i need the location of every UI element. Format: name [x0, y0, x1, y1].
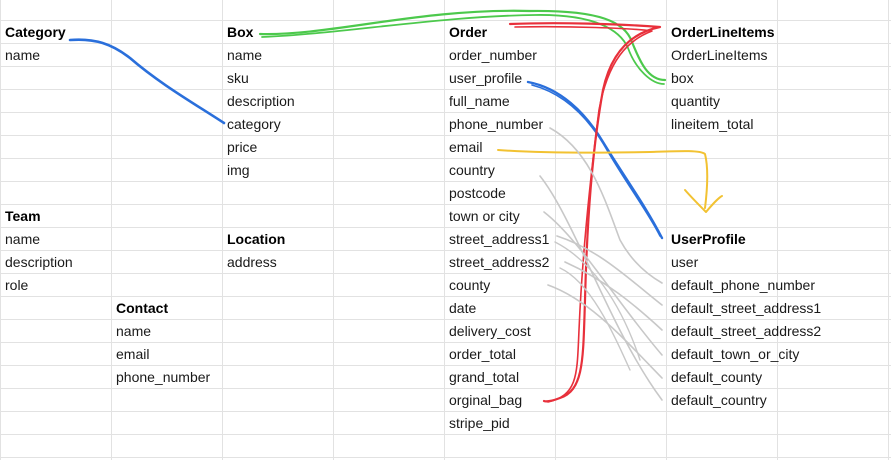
- order-field-full-name[interactable]: full_name: [449, 90, 510, 113]
- contact-field-name[interactable]: name: [116, 320, 151, 343]
- order-field-grand-total[interactable]: grand_total: [449, 366, 519, 389]
- userprofile-header[interactable]: UserProfile: [671, 228, 746, 251]
- order-field-order-number[interactable]: order_number: [449, 44, 537, 67]
- box-field-description[interactable]: description: [227, 90, 295, 113]
- userprofile-field-default-street-address2[interactable]: default_street_address2: [671, 320, 821, 343]
- userprofile-field-default-phone-number[interactable]: default_phone_number: [671, 274, 815, 297]
- userprofile-field-default-street-address1[interactable]: default_street_address1: [671, 297, 821, 320]
- userprofile-field-user[interactable]: user: [671, 251, 698, 274]
- team-field-description[interactable]: description: [5, 251, 73, 274]
- order-field-orginal-bag[interactable]: orginal_bag: [449, 389, 522, 412]
- orderlineitems-header[interactable]: OrderLineItems: [671, 21, 774, 44]
- order-field-county[interactable]: county: [449, 274, 490, 297]
- userprofile-field-default-country[interactable]: default_country: [671, 389, 767, 412]
- order-field-country[interactable]: country: [449, 159, 495, 182]
- orderlineitems-field-orderlineitems[interactable]: OrderLineItems: [671, 44, 767, 67]
- category-field-name[interactable]: name: [5, 44, 40, 67]
- contact-field-email[interactable]: email: [116, 343, 149, 366]
- team-header[interactable]: Team: [5, 205, 41, 228]
- location-header[interactable]: Location: [227, 228, 285, 251]
- contact-field-phone-number[interactable]: phone_number: [116, 366, 210, 389]
- orderlineitems-field-box[interactable]: box: [671, 67, 694, 90]
- spreadsheet: Category name Box name sku description c…: [0, 0, 891, 460]
- orderlineitems-field-quantity[interactable]: quantity: [671, 90, 720, 113]
- order-field-postcode[interactable]: postcode: [449, 182, 506, 205]
- box-field-name[interactable]: name: [227, 44, 262, 67]
- contact-header[interactable]: Contact: [116, 297, 168, 320]
- box-field-img[interactable]: img: [227, 159, 250, 182]
- order-field-street-address1[interactable]: street_address1: [449, 228, 549, 251]
- team-field-name[interactable]: name: [5, 228, 40, 251]
- box-field-price[interactable]: price: [227, 136, 257, 159]
- order-field-stripe-pid[interactable]: stripe_pid: [449, 412, 510, 435]
- order-field-date[interactable]: date: [449, 297, 476, 320]
- box-field-sku[interactable]: sku: [227, 67, 249, 90]
- order-header[interactable]: Order: [449, 21, 487, 44]
- order-field-order-total[interactable]: order_total: [449, 343, 516, 366]
- orderlineitems-field-lineitem-total[interactable]: lineitem_total: [671, 113, 754, 136]
- userprofile-field-default-town-or-city[interactable]: default_town_or_city: [671, 343, 799, 366]
- order-field-street-address2[interactable]: street_address2: [449, 251, 549, 274]
- location-field-address[interactable]: address: [227, 251, 277, 274]
- order-field-delivery-cost[interactable]: delivery_cost: [449, 320, 531, 343]
- box-field-category[interactable]: category: [227, 113, 281, 136]
- userprofile-field-default-county[interactable]: default_county: [671, 366, 762, 389]
- order-field-user-profile[interactable]: user_profile: [449, 67, 522, 90]
- order-field-phone-number[interactable]: phone_number: [449, 113, 543, 136]
- box-header[interactable]: Box: [227, 21, 253, 44]
- order-field-town-or-city[interactable]: town or city: [449, 205, 520, 228]
- category-header[interactable]: Category: [5, 21, 66, 44]
- team-field-role[interactable]: role: [5, 274, 28, 297]
- order-field-email[interactable]: email: [449, 136, 482, 159]
